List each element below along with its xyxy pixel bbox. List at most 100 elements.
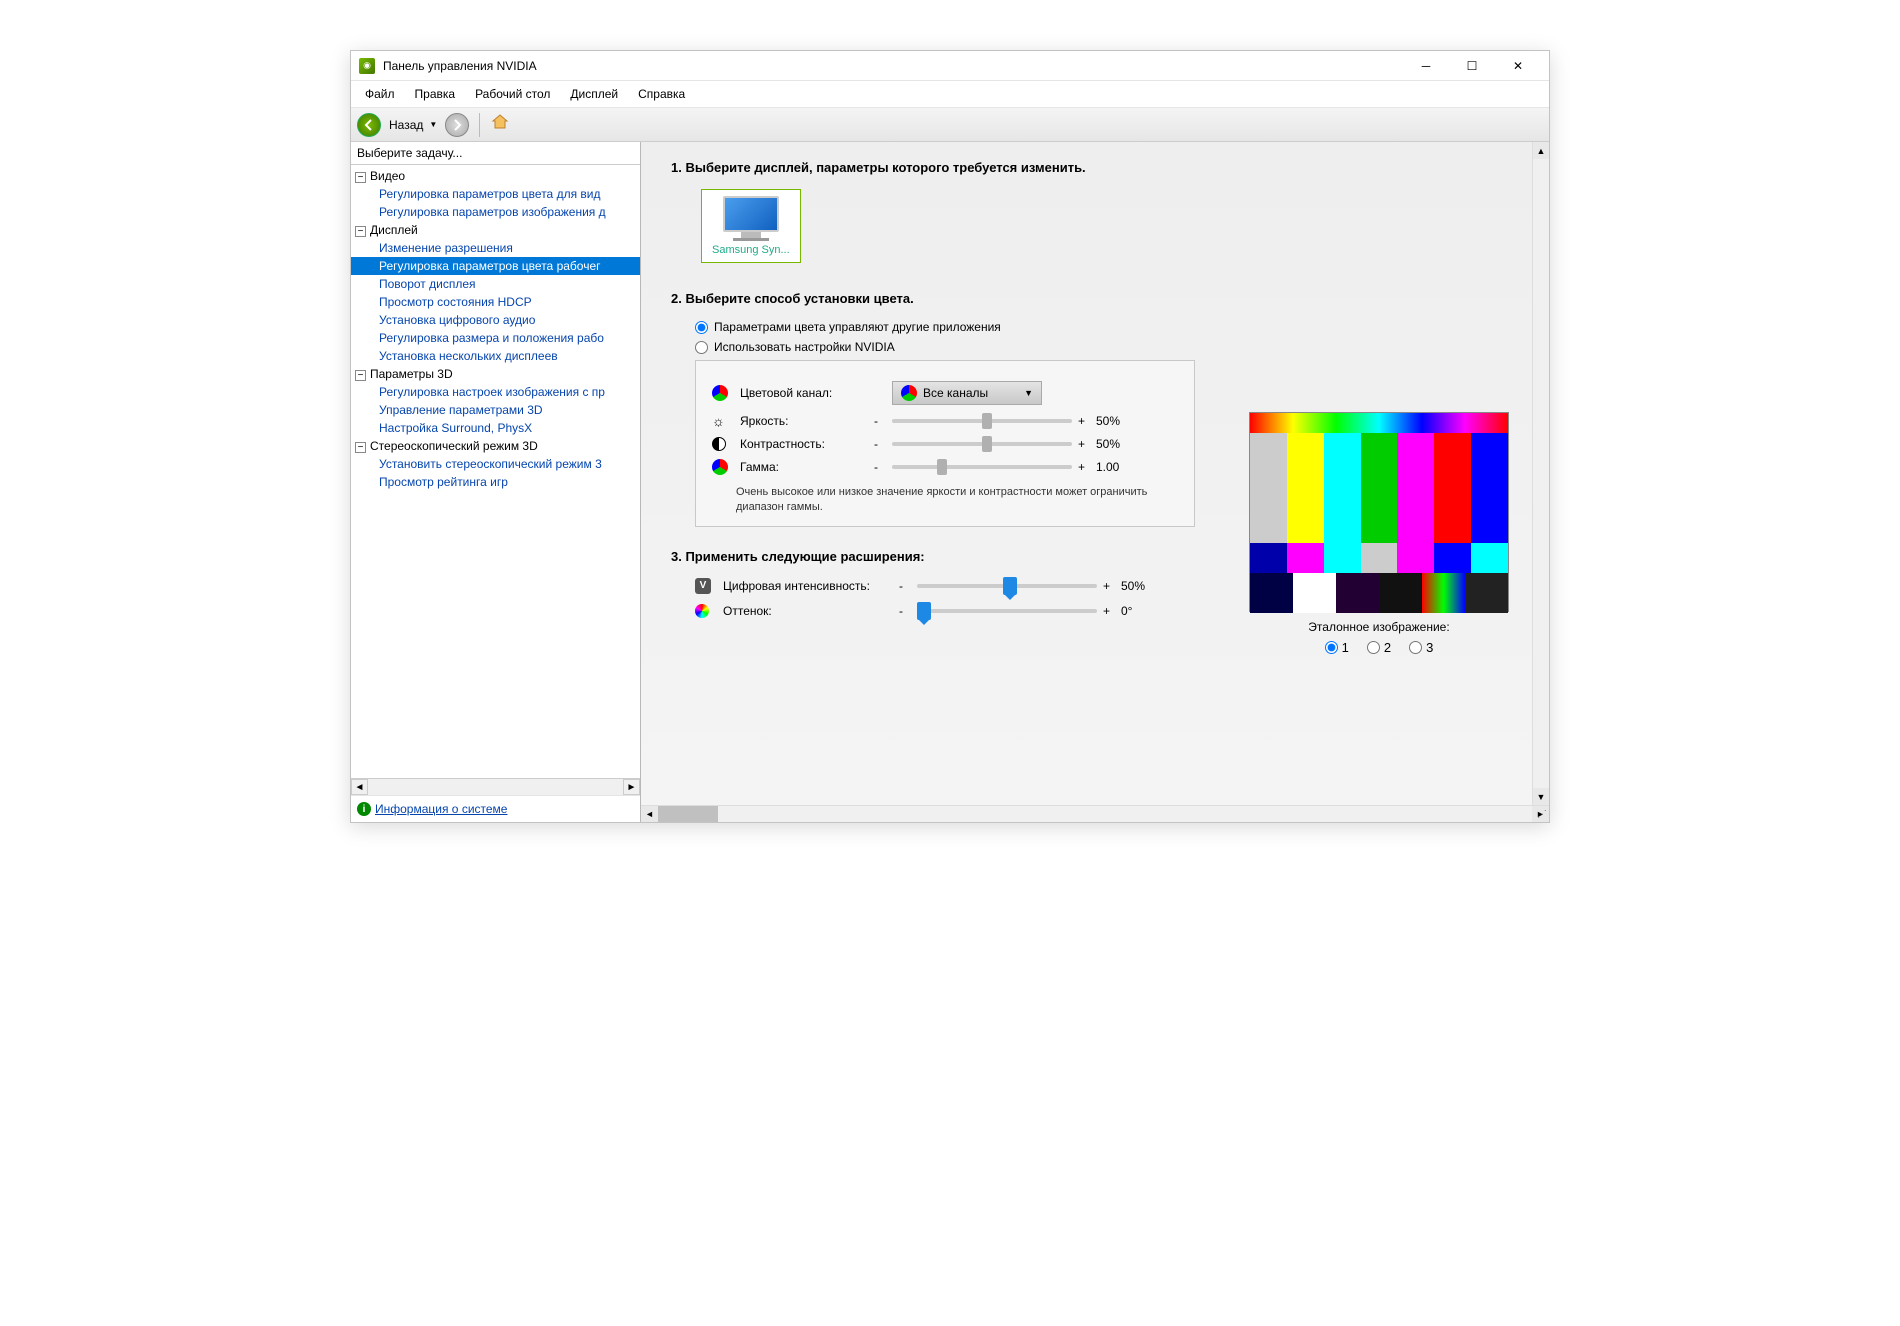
tree-category[interactable]: −Дисплей <box>351 221 640 239</box>
tree-item[interactable]: Просмотр рейтинга игр <box>351 473 640 491</box>
scroll-up-icon[interactable]: ▲ <box>1533 142 1549 159</box>
display-name-label: Samsung Syn... <box>712 244 790 256</box>
tree-item[interactable]: Поворот дисплея <box>351 275 640 293</box>
brightness-value: 50% <box>1096 414 1140 428</box>
ref-radio-2[interactable]: 2 <box>1367 640 1391 655</box>
tree-item[interactable]: Изменение разрешения <box>351 239 640 257</box>
tree-item[interactable]: Установить стереоскопический режим 3 <box>351 455 640 473</box>
menu-display[interactable]: Дисплей <box>560 83 628 105</box>
menu-desktop[interactable]: Рабочий стол <box>465 83 560 105</box>
back-dropdown-icon[interactable]: ▼ <box>429 120 437 129</box>
menu-file[interactable]: Файл <box>355 83 405 105</box>
reference-radios: 1 2 3 <box>1249 640 1509 655</box>
minimize-button[interactable]: ─ <box>1403 51 1449 81</box>
scroll-left-icon[interactable]: ◄ <box>351 779 368 795</box>
ref-radio-3[interactable]: 3 <box>1409 640 1433 655</box>
tree-category[interactable]: −Параметры 3D <box>351 365 640 383</box>
home-button[interactable] <box>490 112 510 137</box>
rgb-mini-icon <box>901 385 917 401</box>
tree-item[interactable]: Регулировка параметров изображения д <box>351 203 640 221</box>
menu-edit[interactable]: Правка <box>405 83 466 105</box>
contrast-slider[interactable] <box>892 442 1072 446</box>
tree-item[interactable]: Регулировка размера и положения рабо <box>351 329 640 347</box>
tree-item[interactable]: Установка цифрового аудио <box>351 311 640 329</box>
body: Выберите задачу... −ВидеоРегулировка пар… <box>351 142 1549 822</box>
tree-item[interactable]: Настройка Surround, PhysX <box>351 419 640 437</box>
sidebar-h-scrollbar[interactable]: ◄ ► <box>351 778 640 795</box>
scroll-down-icon[interactable]: ▼ <box>1533 788 1549 805</box>
radio-other-apps-label: Параметрами цвета управляют другие прило… <box>714 320 1001 334</box>
tree-item[interactable]: Регулировка настроек изображения с пр <box>351 383 640 401</box>
gamma-value: 1.00 <box>1096 460 1140 474</box>
gamma-icon <box>712 459 728 475</box>
menu-help[interactable]: Справка <box>628 83 695 105</box>
gamma-label: Гамма: <box>740 460 868 474</box>
sidebar-header: Выберите задачу... <box>351 142 640 165</box>
forward-button[interactable] <box>445 113 469 137</box>
gamma-slider[interactable] <box>892 465 1072 469</box>
collapse-icon[interactable]: − <box>355 226 366 237</box>
nvidia-control-panel-window: ◉ Панель управления NVIDIA ─ ☐ ✕ Файл Пр… <box>350 50 1550 823</box>
hue-label: Оттенок: <box>723 604 893 618</box>
vibrance-slider[interactable] <box>917 584 1097 588</box>
reference-panel: Эталонное изображение: 1 2 3 <box>1249 412 1509 655</box>
scroll-left-icon[interactable]: ◄ <box>641 806 658 822</box>
contrast-row: Контрастность: - + 50% <box>712 437 1178 451</box>
system-info-link[interactable]: Информация о системе <box>375 802 507 816</box>
scroll-track[interactable] <box>368 779 623 795</box>
content-wrap: 1. Выберите дисплей, параметры которого … <box>641 142 1549 822</box>
brightness-icon: ☼ <box>712 413 734 429</box>
minus-label: - <box>899 579 911 593</box>
scroll-right-icon[interactable]: ► <box>623 779 640 795</box>
collapse-icon[interactable]: − <box>355 442 366 453</box>
tree-category[interactable]: −Видео <box>351 167 640 185</box>
arrow-left-icon <box>363 119 375 131</box>
vibrance-value: 50% <box>1121 579 1165 593</box>
color-settings-box: Цветовой канал: Все каналы ▼ ☼ Яркость: … <box>695 360 1195 527</box>
channel-select[interactable]: Все каналы ▼ <box>892 381 1042 405</box>
back-button[interactable] <box>357 113 381 137</box>
content-v-scrollbar[interactable]: ▲ ▼ <box>1532 142 1549 805</box>
radio-nvidia-input[interactable] <box>695 341 708 354</box>
window-title: Панель управления NVIDIA <box>383 59 1403 73</box>
gamma-row: Гамма: - + 1.00 <box>712 459 1178 475</box>
minus-label: - <box>874 437 886 451</box>
back-label[interactable]: Назад <box>389 118 423 132</box>
brightness-row: ☼ Яркость: - + 50% <box>712 413 1178 429</box>
content-panel: 1. Выберите дисплей, параметры которого … <box>641 142 1549 805</box>
monitor-icon <box>723 196 779 240</box>
tree-item[interactable]: Регулировка параметров цвета рабочег <box>351 257 640 275</box>
tree-item[interactable]: Установка нескольких дисплеев <box>351 347 640 365</box>
tree-item[interactable]: Управление параметрами 3D <box>351 401 640 419</box>
hue-icon <box>695 604 709 618</box>
plus-label: + <box>1078 460 1090 474</box>
ref-radio-1[interactable]: 1 <box>1325 640 1349 655</box>
minus-label: - <box>874 414 886 428</box>
content-h-scrollbar[interactable]: ◄ ► <box>641 805 1549 822</box>
collapse-icon[interactable]: − <box>355 370 366 381</box>
collapse-icon[interactable]: − <box>355 172 366 183</box>
gamma-warning-text: Очень высокое или низкое значение яркост… <box>736 485 1178 516</box>
plus-label: + <box>1103 579 1115 593</box>
vibrance-label: Цифровая интенсивность: <box>723 579 893 593</box>
radio-other-apps-input[interactable] <box>695 321 708 334</box>
maximize-button[interactable]: ☐ <box>1449 51 1495 81</box>
titlebar: ◉ Панель управления NVIDIA ─ ☐ ✕ <box>351 51 1549 81</box>
reference-label: Эталонное изображение: <box>1249 620 1509 634</box>
display-thumbnail[interactable]: Samsung Syn... <box>701 189 801 263</box>
radio-other-apps[interactable]: Параметрами цвета управляют другие прило… <box>695 320 1519 334</box>
nvidia-app-icon: ◉ <box>359 58 375 74</box>
tree-item[interactable]: Регулировка параметров цвета для вид <box>351 185 640 203</box>
resize-grip-icon[interactable]: ⋰ <box>1537 809 1547 820</box>
home-icon <box>490 112 510 132</box>
menubar: Файл Правка Рабочий стол Дисплей Справка <box>351 81 1549 108</box>
close-button[interactable]: ✕ <box>1495 51 1541 81</box>
tree-item[interactable]: Просмотр состояния HDCP <box>351 293 640 311</box>
radio-nvidia[interactable]: Использовать настройки NVIDIA <box>695 340 1519 354</box>
hue-slider[interactable] <box>917 609 1097 613</box>
brightness-slider[interactable] <box>892 419 1072 423</box>
step1-heading: 1. Выберите дисплей, параметры которого … <box>671 160 1519 175</box>
plus-label: + <box>1103 604 1115 618</box>
channel-label: Цветовой канал: <box>740 386 868 400</box>
tree-category[interactable]: −Стереоскопический режим 3D <box>351 437 640 455</box>
